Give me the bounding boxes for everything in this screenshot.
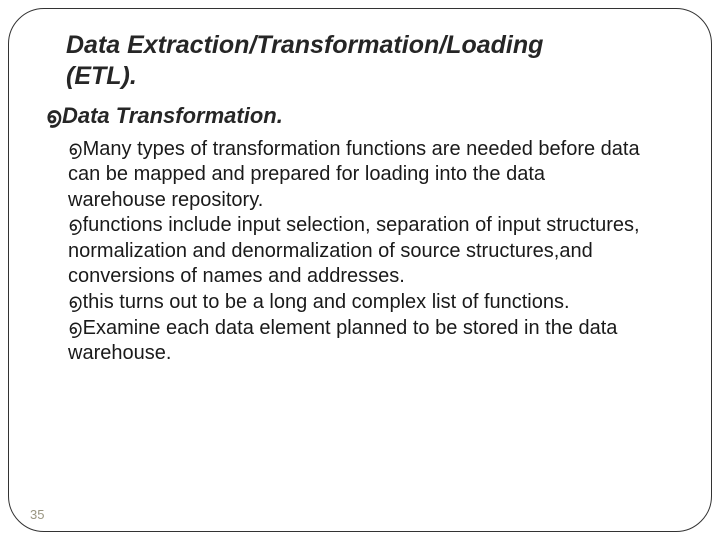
section-heading-text: Data Transformation. (62, 103, 283, 128)
list-item: ൭functions include input selection, sepa… (68, 213, 674, 290)
slide: Data Extraction/Transformation/Loading (… (0, 0, 720, 540)
list-item: ൭this turns out to be a long and complex… (68, 290, 674, 316)
slide-title: Data Extraction/Transformation/Loading (… (66, 30, 694, 93)
bullet-icon: ൭ (68, 316, 82, 342)
title-line-1: Data Extraction/Transformation/Loading (66, 31, 543, 59)
bullet-icon: ൭ (46, 103, 61, 129)
body-text: ൭Many types of transformation functions … (68, 137, 674, 367)
bullet-icon: ൭ (68, 137, 82, 163)
bullet-text: Examine each data element planned to be … (68, 317, 617, 365)
bullet-text: Many types of transformation functions a… (83, 138, 640, 160)
bullet-icon: ൭ (68, 290, 82, 316)
bullet-text: functions include input selection, separ… (68, 214, 640, 287)
bullet-continuation: warehouse repository. (68, 188, 674, 214)
list-item: ൭Many types of transformation functions … (68, 137, 674, 163)
list-item: ൭Examine each data element planned to be… (68, 316, 674, 367)
page-number: 35 (30, 507, 44, 522)
title-line-2: (ETL). (66, 62, 137, 90)
content-area: ൭Data Transformation. ൭Many types of tra… (46, 103, 674, 367)
section-heading: ൭Data Transformation. (46, 103, 674, 129)
bullet-icon: ൭ (68, 213, 82, 239)
bullet-continuation: can be mapped and prepared for loading i… (68, 162, 674, 188)
bullet-text: this turns out to be a long and complex … (83, 291, 570, 313)
